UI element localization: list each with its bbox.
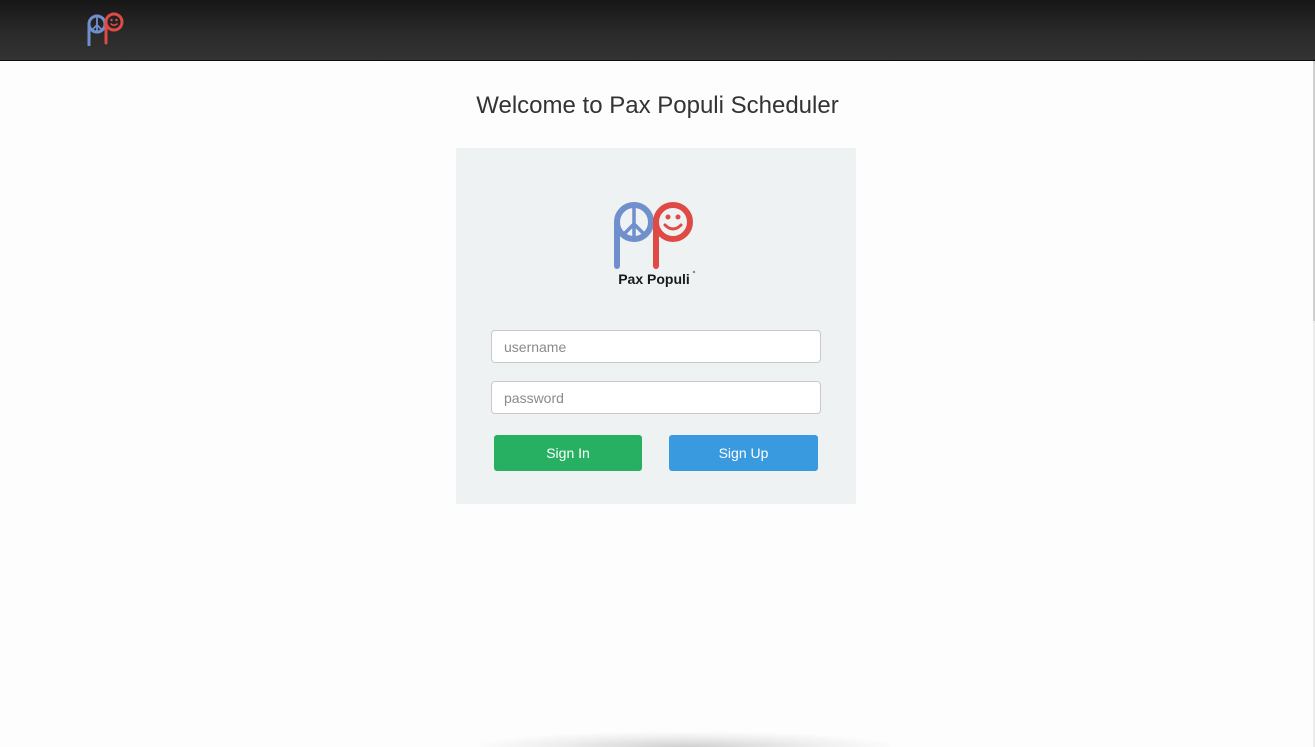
page-title: Welcome to Pax Populi Scheduler xyxy=(476,92,839,119)
page: Welcome to Pax Populi Scheduler Pax Popu… xyxy=(0,0,1315,747)
password-input[interactable] xyxy=(491,381,821,414)
home-logo-link[interactable] xyxy=(86,12,126,47)
username-input[interactable] xyxy=(491,330,821,363)
pax-populi-logo-icon: Pax Populi xyxy=(614,202,696,287)
login-card: Pax Populi Sign In Sign Up xyxy=(456,148,856,504)
sign-up-button[interactable]: Sign Up xyxy=(669,435,818,471)
logo-wordmark: Pax Populi xyxy=(618,271,690,287)
pax-populi-logo-icon xyxy=(87,12,124,47)
bottom-shadow xyxy=(480,732,890,747)
sign-in-button[interactable]: Sign In xyxy=(494,435,642,471)
top-navbar xyxy=(0,0,1315,61)
